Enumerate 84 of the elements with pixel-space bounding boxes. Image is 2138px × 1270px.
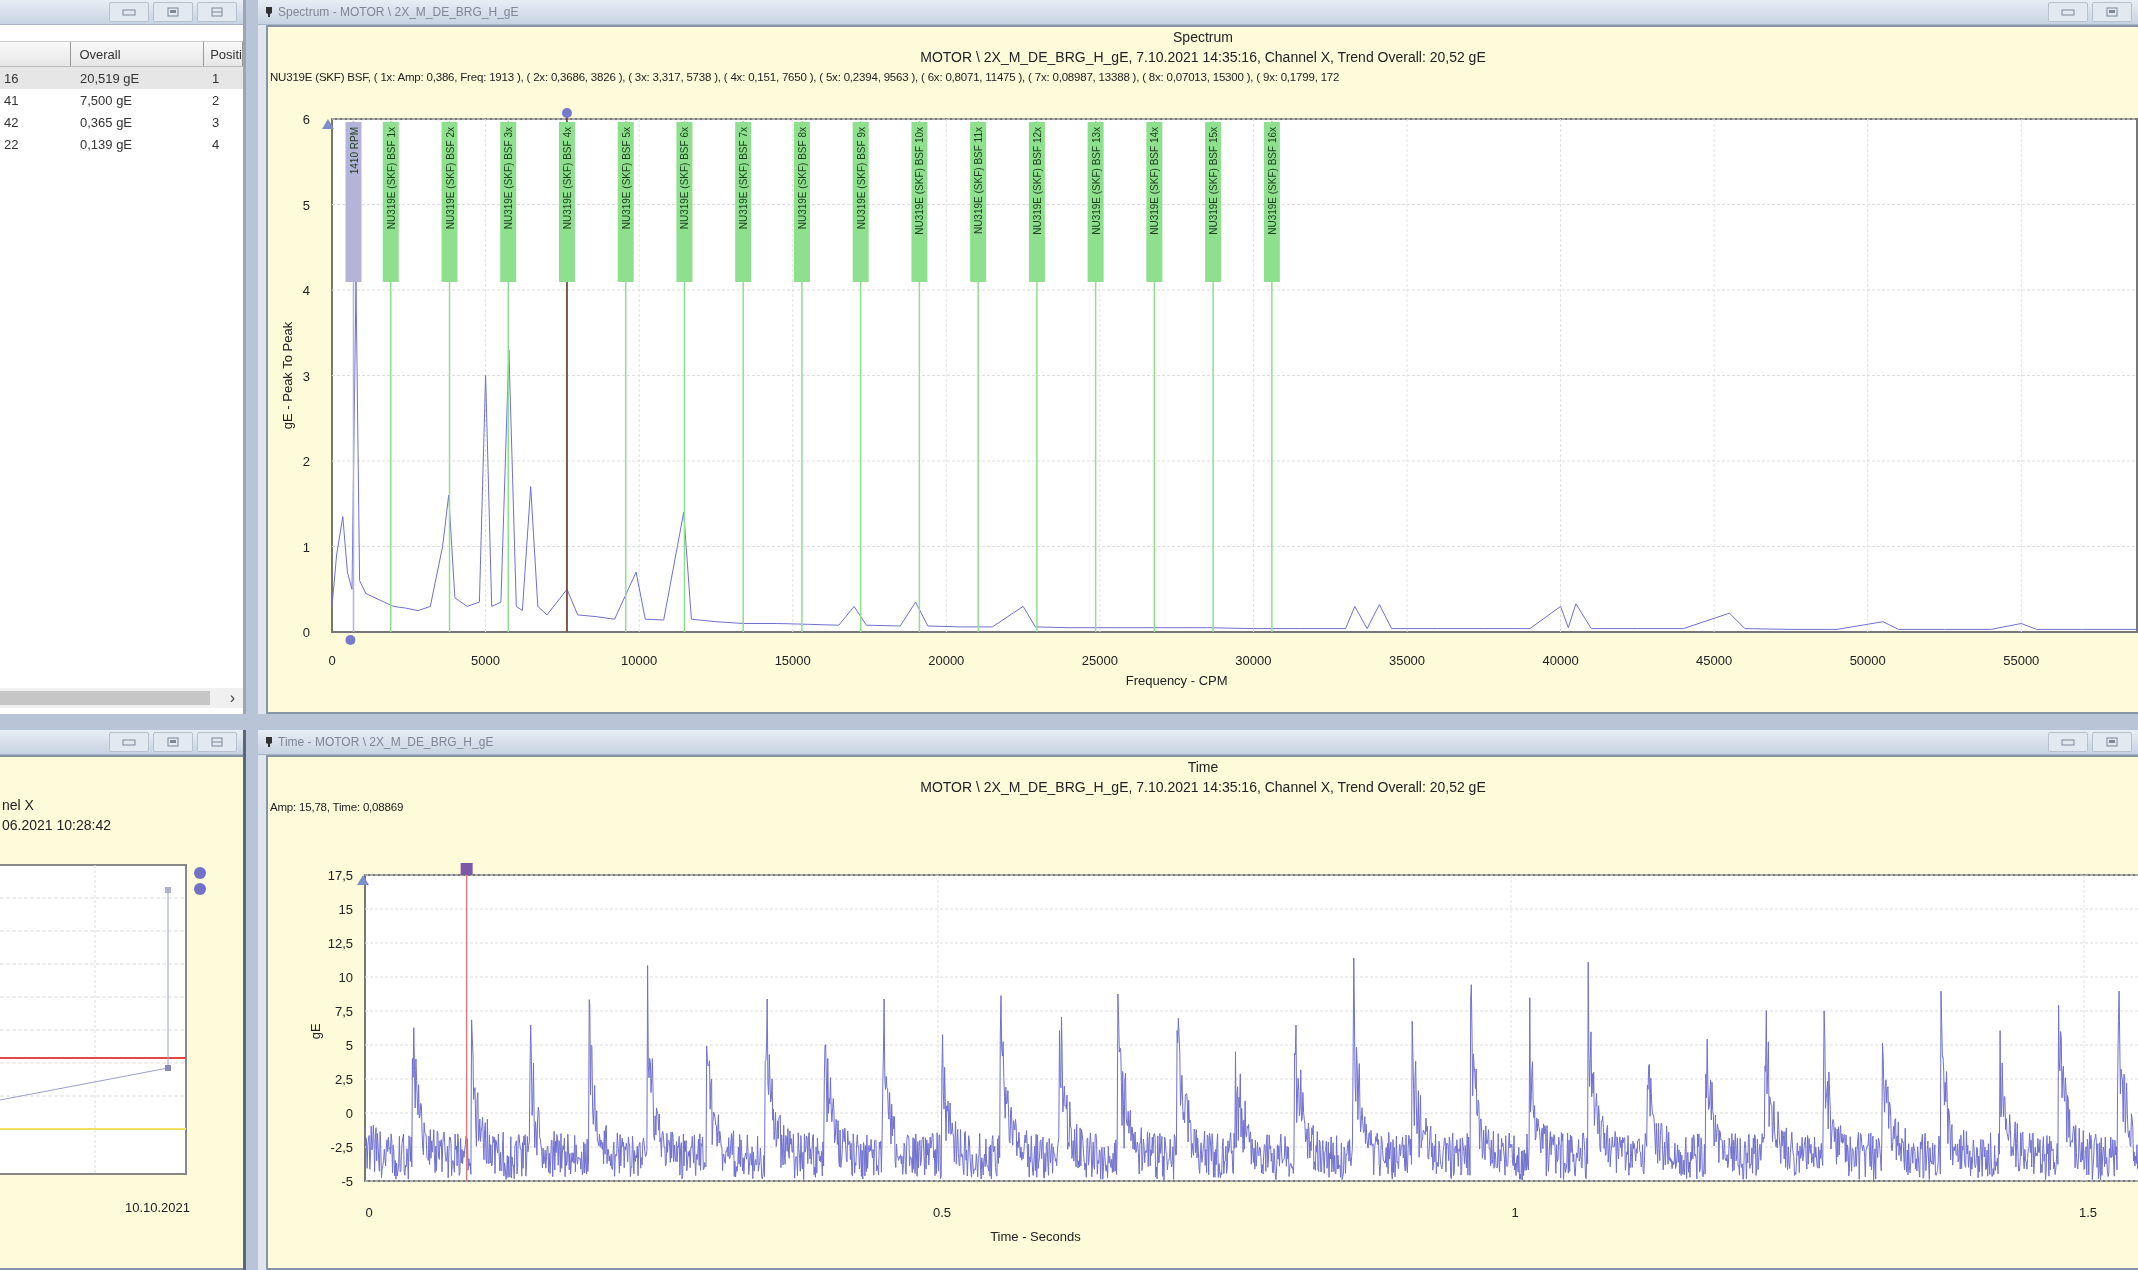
axis-tick-label: 7,5: [334, 1004, 353, 1019]
axis-tick-label: 10000: [621, 653, 658, 668]
axis-tick-label: 0: [302, 625, 310, 640]
table-cell-text: 42: [3, 113, 20, 132]
frequency-label: NU319E (SKF) BSF 7x: [735, 122, 752, 282]
chart-subtitle: nel X: [1, 796, 35, 815]
ref-line-label: NU319E (SKF) BSF 5x: [620, 127, 632, 230]
ref-line-label: NU319E (SKF) BSF 7x: [738, 127, 750, 230]
axis-tick-label: 0: [345, 1106, 353, 1121]
axis-tick-label: 5: [345, 1038, 353, 1053]
axis-tick-label: 5: [302, 197, 310, 213]
pane-title: Spectrum - MOTOR \ 2X_M_DE_BRG_H_gE: [278, 5, 519, 19]
table-cell-text: 2: [211, 91, 221, 110]
axis-tick-label: 10.10.2021: [124, 1200, 190, 1215]
axis-tick-label: 5000: [471, 653, 501, 668]
axis-tick-label: 30000: [1235, 653, 1272, 668]
axis-tick-label: 15: [338, 902, 353, 917]
axis-tick-label: 6: [302, 112, 310, 127]
ref-line-label: NU319E (SKF) BSF 12x: [1031, 127, 1043, 235]
axis-tick-label: 2: [302, 454, 310, 469]
ref-line-label: NU319E (SKF) BSF 16x: [1266, 127, 1278, 235]
table-cell-text: 0,139 gE: [79, 135, 134, 154]
table-cell-text: 22: [3, 135, 20, 154]
ref-line-label: NU319E (SKF) BSF 2x: [444, 127, 456, 230]
ref-line-label: NU319E (SKF) BSF 14x: [1149, 127, 1161, 235]
frequency-label: NU319E (SKF) BSF 10x: [911, 122, 928, 282]
axis-tick-label: 17,5: [327, 868, 353, 883]
chart-heading: Time: [1186, 758, 1220, 777]
ref-line-label: NU319E (SKF) BSF 9x: [855, 127, 867, 230]
frequency-label: NU319E (SKF) BSF 14x: [1146, 122, 1163, 282]
axis-tick-label: 50000: [1849, 653, 1886, 668]
axis-tick-label: 1: [302, 539, 310, 555]
chart-subtitle: 06.2021 10:28:42: [1, 816, 112, 835]
ref-line-label: NU319E (SKF) BSF 10x: [914, 127, 926, 235]
axis-title: Time - Seconds: [990, 1229, 1081, 1244]
table-cell-text: 16: [3, 69, 20, 88]
axis-tick-label: 35000: [1388, 653, 1426, 668]
axis-tick-label: 12,5: [327, 936, 353, 951]
ref-line-label: NU319E (SKF) BSF 3x: [503, 127, 515, 230]
table-cell-text: 1: [211, 69, 221, 88]
axis-tick-label: 0: [328, 653, 336, 668]
frequency-label: NU319E (SKF) BSF 6x: [676, 122, 693, 282]
axis-tick-label: 10: [338, 970, 353, 985]
axis-tick-label: 3: [302, 368, 310, 384]
ref-line-label: NU319E (SKF) BSF 6x: [679, 127, 691, 230]
chart-subtitle: MOTOR \ 2X_M_DE_BRG_H_gE, 7.10.2021 14:35:16, Channel X, Trend Overall: 20,52 gE: [919, 778, 1487, 797]
axis-tick-label: 0.5: [932, 1205, 952, 1220]
axis-tick-label: 15000: [774, 653, 811, 668]
ref-line-label: NU319E (SKF) BSF 1x: [385, 127, 397, 230]
table-cell-text: 0,365 gE: [79, 113, 134, 132]
axis-tick-label: 40000: [1542, 653, 1579, 668]
axis-tick-label: 2,5: [334, 1072, 353, 1087]
frequency-label: NU319E (SKF) BSF 3x: [500, 122, 517, 282]
axis-tick-label: -2,5: [330, 1140, 353, 1155]
axis-title: Frequency - CPM: [1125, 673, 1228, 688]
bearing-frequencies: NU319E (SKF) BSF, ( 1x: Amp: 0,386, Freq: 1913 ), ( 2x: 0,3686, 3826 ), ( 3x: 3,317, 5738 ), ( 4x: 0,151, 7650 ), ( 5x: 0,2394, 9563 ), ( 6x: 0,8071, 11475 ), ( 7x: 0,08987, 13388 ), ( 8x: 0,07013, 15300 ), ( 9x: 0,1799, 172: [269, 70, 1341, 85]
table-cell-text: 20,519 gE: [79, 69, 141, 88]
axis-tick-label: 20000: [928, 653, 965, 668]
chart-heading: Spectrum: [1172, 28, 1234, 47]
ref-line-label: NU319E (SKF) BSF 15x: [1208, 127, 1220, 235]
axis-tick-label: 45000: [1696, 653, 1733, 668]
axis-tick-label: -5: [341, 1174, 353, 1189]
pane-title: Time - MOTOR \ 2X_M_DE_BRG_H_gE: [278, 735, 494, 749]
axis-title: gE: [308, 1023, 323, 1040]
table-cell-text: 41: [3, 91, 20, 110]
ref-line-label: NU319E (SKF) BSF 11x: [973, 127, 985, 235]
ref-line-label: NU319E (SKF) BSF 13x: [1090, 127, 1102, 235]
cursor-reading: Amp: 15,78, Time: 0,08869: [269, 800, 405, 815]
axis-tick-label: 1.5: [2078, 1205, 2098, 1220]
chart-subtitle: MOTOR \ 2X_M_DE_BRG_H_gE, 7.10.2021 14:35:16, Channel X, Trend Overall: 20,52 gE: [919, 48, 1487, 67]
ref-line-label: 1410 RPM: [348, 127, 360, 175]
table-cell-text: 7,500 gE: [79, 91, 134, 110]
axis-tick-label: 25000: [1081, 653, 1118, 668]
frequency-label: NU319E (SKF) BSF 11x: [970, 122, 987, 282]
axis-tick-label: 4: [302, 283, 310, 298]
table-cell-text: 4: [211, 135, 221, 154]
axis-tick-label: 0: [365, 1205, 373, 1220]
axis-title: gE - Peak To Peak: [280, 321, 295, 430]
axis-tick-label: 1: [1511, 1205, 1519, 1220]
frequency-label: NU319E (SKF) BSF 15x: [1205, 122, 1222, 282]
axis-tick-label: 55000: [2003, 653, 2040, 668]
ref-line-label: NU319E (SKF) BSF 8x: [796, 127, 808, 230]
ref-line-label: NU319E (SKF) BSF 4x: [561, 127, 573, 230]
table-cell-text: 3: [211, 113, 221, 132]
